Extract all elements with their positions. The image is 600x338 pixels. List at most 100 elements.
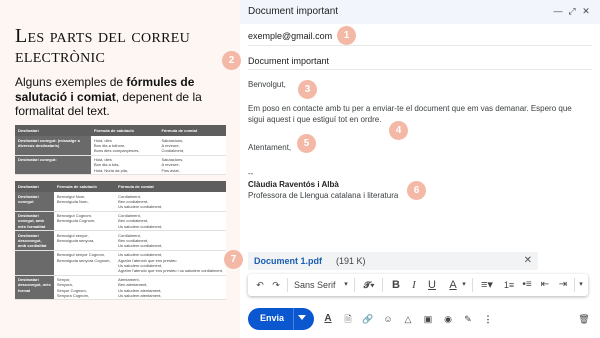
body-line-2: sigui aquest i que estiguí tot en ordre. (248, 115, 382, 124)
table-row: Destinatari conegut Benvolgut Nom, Benvol… (15, 192, 226, 212)
subject-field[interactable]: Document important (248, 54, 592, 70)
callout-badge: 3 (298, 80, 317, 99)
callout-badge: 7 (224, 250, 243, 269)
table-cell: Senyor, Senyora, Senyor Cognom, Senyora Cog… (53, 275, 116, 301)
screen: Les parts del correu electrònic Alguns e… (0, 0, 600, 338)
table-header: Destinatari (15, 181, 54, 192)
align-icon[interactable]: ≡▾ (478, 279, 496, 291)
undo-icon[interactable]: ↶ (254, 279, 266, 291)
intro-text: Alguns exemples de fórmules de salutació… (15, 75, 237, 119)
send-divider (293, 308, 294, 330)
callout-badge: 5 (297, 134, 316, 153)
compose-actions: Envia A 🗎 🔗 ☺ △ ▣ ◉ ✎ ⋮ 🗑 (248, 308, 592, 332)
font-select[interactable]: Sans Serif (294, 279, 340, 291)
callout-badge: 1 (337, 26, 356, 45)
close-icon[interactable]: ✕ (580, 5, 592, 17)
more-options-icon[interactable]: ⋮ (482, 313, 494, 325)
table-header: Destinatari (15, 125, 91, 136)
subject-input[interactable]: Document important (248, 56, 329, 66)
compose-window: Document important — ⤢ ✕ exemple@gmail.c… (240, 0, 600, 338)
table-cell: Destinatari desconegut, amb cordialitat (15, 230, 54, 251)
toolbar-divider (354, 278, 355, 292)
recipients-field[interactable]: exemple@gmail.com (248, 28, 592, 46)
compose-title: Document important (248, 6, 339, 17)
remove-attachment-icon[interactable]: ✕ (524, 255, 532, 266)
table-header: Fórmula de salutació (53, 181, 116, 192)
table-row: Destinatari desconegut, amb cordialitat … (15, 230, 226, 251)
more-formatting-icon[interactable]: ▾ (576, 279, 586, 291)
table-cell: Cordialment, Ben cordialment, Us saludem c… (115, 211, 226, 232)
minimize-icon[interactable]: — (552, 5, 564, 17)
table-cell (15, 250, 54, 276)
callout-badge: 6 (407, 181, 426, 200)
intro-prefix: Alguns exemples de (15, 75, 127, 89)
trash-icon[interactable]: 🗑 (578, 313, 590, 325)
table-cell: Benvolgut senyor Cognom, Benvolguda senyo… (53, 250, 116, 276)
toolbar-divider (287, 278, 288, 292)
table-cell: Destinatari conegut: (15, 155, 91, 176)
table-cell: Hola, dies Bon dia a tots, Hola, Núria da … (90, 155, 159, 176)
send-label: Envia (260, 313, 285, 323)
table-cell: Destinatari conegut (15, 192, 54, 212)
page-title: Les parts del correu electrònic (15, 25, 191, 67)
confidential-mode-icon[interactable]: ◉ (442, 313, 454, 325)
table-cell: Destinatari desconegut, més formal (15, 275, 54, 301)
table-cell: Benvolgut senyor, Benvolguda senyora, (53, 230, 116, 251)
table-cell: Cordialment, Ben cordialment, Us saludem c… (115, 192, 226, 212)
table-row: Destinatari conegut, amb més formalitat … (15, 211, 226, 232)
table-cell: Cordialment, Ben cordialment, Us saludem c… (115, 230, 226, 251)
redo-icon[interactable]: ↷ (270, 279, 282, 291)
table-cell: Destinatari conegut, amb més formalitat (15, 211, 54, 232)
table-header: Fórmula de comiat (158, 125, 226, 136)
attachment-chip[interactable]: Document 1.pdf (191 K) ✕ (248, 252, 538, 270)
body-line-1: Em poso en contacte amb tu per a enviar-… (248, 104, 572, 113)
callout-badge: 2 (222, 51, 241, 70)
table-row: Destinatari desconegut, més formal Senyo… (15, 275, 226, 301)
formula-table-formal: Destinatari Fórmula de salutació Fórmula… (15, 181, 226, 301)
recipient-chip[interactable]: exemple@gmail.com (248, 31, 332, 41)
attach-file-icon[interactable]: 🗎 (342, 313, 354, 325)
toolbar-divider (472, 278, 473, 292)
toolbar-divider (574, 278, 575, 292)
table-header: Fórmula de salutació (90, 125, 159, 136)
formatting-options-icon[interactable]: A (322, 313, 334, 325)
indent-less-icon[interactable]: ⇤ (538, 279, 552, 291)
send-button[interactable]: Envia (248, 308, 314, 330)
signature-separator: -- (248, 169, 254, 178)
underline-icon[interactable]: U (426, 279, 438, 291)
chevron-down-icon[interactable]: ▾ (460, 279, 468, 291)
drive-icon[interactable]: △ (402, 313, 414, 325)
table-cell: Hola, dies Bon dia a tothom, Bons dies com… (90, 136, 159, 156)
insert-link-icon[interactable]: 🔗 (362, 313, 374, 325)
formatting-toolbar: ↶ ↷ Sans Serif ▾ 𝓣▾ B I U A ▾ ≡▾ 1≡ •≡ ⇤… (248, 274, 588, 296)
table-row: Benvolgut senyor Cognom, Benvolguda senyo… (15, 250, 226, 276)
chevron-down-icon[interactable]: ▾ (342, 279, 350, 291)
callout-badge: 4 (389, 121, 408, 140)
compose-header: Document important — ⤢ ✕ (240, 0, 600, 24)
bulleted-list-icon[interactable]: •≡ (520, 279, 534, 291)
table-cell: Salutacions, A reveure, Cordialment, (158, 136, 226, 156)
table-cell: Us saludem cordialment, Agraïm l'atenció … (115, 250, 226, 276)
toolbar-divider (382, 278, 383, 292)
attachment-size: (191 K) (336, 256, 366, 266)
table-cell: Benvolgut Nom, Benvolguda Nom, (53, 192, 116, 212)
italic-icon[interactable]: I (408, 279, 420, 291)
indent-more-icon[interactable]: ⇥ (556, 279, 570, 291)
emoji-icon[interactable]: ☺ (382, 313, 394, 325)
table-cell: Benvolgut Cognom, Benvolguda Cognom, (53, 211, 116, 232)
table-cell: Salutacions, A reveure, Fins aviat, (158, 155, 226, 176)
fullscreen-icon[interactable]: ⤢ (566, 5, 578, 17)
font-size-icon[interactable]: 𝓣▾ (360, 279, 378, 291)
table-row: Destinatari conegut: Hola, dies Bon dia a… (15, 155, 226, 176)
numbered-list-icon[interactable]: 1≡ (502, 279, 516, 291)
signature-icon[interactable]: ✎ (462, 313, 474, 325)
insert-photo-icon[interactable]: ▣ (422, 313, 434, 325)
attachment-name[interactable]: Document 1.pdf (254, 256, 322, 266)
formula-table-informal: Destinatari Fórmula de salutació Fórmula… (15, 125, 226, 176)
table-row: Destinatari conegut: (missatge a diverso… (15, 136, 226, 156)
table-cell: Atentament, Ben atentament, Us saludem ate… (115, 275, 226, 301)
bold-icon[interactable]: B (390, 279, 402, 291)
send-options-icon[interactable] (298, 315, 306, 320)
table-header: Fórmula de comiat (115, 181, 226, 192)
table-cell: Destinatari conegut: (missatge a diverso… (15, 136, 91, 156)
